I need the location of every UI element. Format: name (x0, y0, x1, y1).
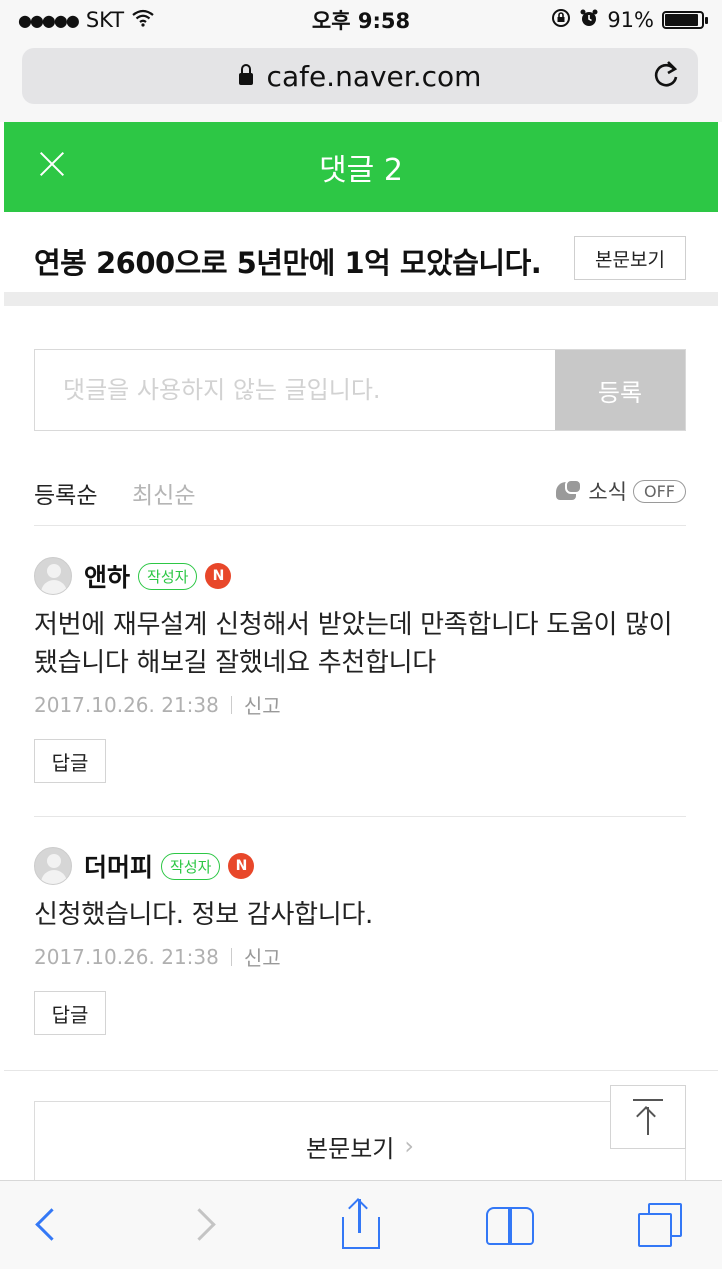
chevron-right-icon: › (404, 1132, 414, 1160)
report-link[interactable]: 신고 (244, 690, 281, 719)
top-arrow-head (636, 1106, 656, 1126)
bottom-view-body-label: 본문보기 (306, 1134, 395, 1163)
comments-header: 댓글 2 (4, 122, 718, 212)
comment-head: 더머피 작성자 N (34, 846, 686, 886)
comment-nickname[interactable]: 앤하 (84, 558, 130, 594)
view-body-button[interactable]: 본문보기 (574, 236, 686, 280)
rotation-lock-icon (551, 8, 571, 33)
sort-option-registered[interactable]: 등록순 (34, 476, 97, 510)
meta-divider (230, 695, 232, 714)
reload-icon[interactable] (652, 60, 680, 98)
comment-date: 2017.10.26. 21:38 (34, 944, 219, 969)
comment-date: 2017.10.26. 21:38 (34, 692, 219, 717)
comment-head: 앤하 작성자 N (34, 556, 686, 596)
top-arrow-icon (633, 1099, 663, 1135)
status-bar: ●●●●● SKT 오후 9:58 91% (0, 0, 722, 40)
share-icon[interactable] (334, 1198, 386, 1251)
scroll-top-button[interactable] (610, 1085, 686, 1149)
forward-icon[interactable] (178, 1199, 230, 1251)
comment-divider (34, 816, 686, 817)
browser-toolbar (0, 1180, 722, 1269)
reply-button[interactable]: 답글 (34, 739, 106, 783)
post-title: 연봉 2600으로 5년만에 1억 모았습니다. (34, 246, 542, 280)
meta-divider (230, 947, 232, 966)
signal-strength-icon: ●●●●● (18, 10, 80, 30)
battery-fill (665, 14, 698, 26)
carrier-label: SKT (85, 8, 125, 32)
notification-label: 소식 (588, 480, 627, 504)
author-badge: 작성자 (138, 562, 198, 590)
alarm-icon (579, 8, 599, 33)
share-arrow-head (348, 1198, 368, 1218)
url-text: cafe.naver.com (266, 59, 482, 93)
report-link[interactable]: 신고 (244, 942, 281, 971)
battery-icon (662, 11, 708, 29)
comment-item: 앤하 작성자 N 저번에 재무설계 신청해서 받았는데 만족합니다 도움이 많이… (34, 556, 686, 783)
comment-text: 저번에 재무설계 신청해서 받았는데 만족합니다 도움이 많이 됐습니다 해보길… (34, 610, 673, 678)
post-title-row: 연봉 2600으로 5년만에 1억 모았습니다. 본문보기 (4, 212, 718, 306)
back-icon[interactable] (22, 1199, 74, 1251)
header-title: 댓글 2 (319, 153, 403, 188)
battery-percent: 91% (607, 8, 654, 32)
comment-form: 등록 (34, 349, 686, 431)
comment-nickname[interactable]: 더머피 (84, 848, 153, 884)
close-icon[interactable] (32, 144, 72, 184)
browser-address-area: cafe.naver.com (0, 40, 722, 122)
comment-input[interactable] (35, 350, 555, 430)
bookmarks-icon[interactable] (484, 1199, 536, 1251)
author-badge: 작성자 (161, 852, 221, 880)
bottom-view-body-button[interactable]: 본문보기 › (34, 1101, 686, 1191)
notification-toggle[interactable]: 소식 OFF (556, 476, 686, 506)
address-bar[interactable]: cafe.naver.com (22, 48, 698, 104)
comment-meta: 2017.10.26. 21:38 신고 (34, 690, 686, 719)
sort-row: 등록순 최신순 소식 OFF (34, 472, 686, 526)
notification-switch[interactable]: OFF (633, 479, 686, 503)
sort-option-latest[interactable]: 최신순 (132, 476, 195, 510)
submit-button[interactable]: 등록 (555, 350, 685, 430)
reply-button[interactable]: 답글 (34, 991, 106, 1035)
chat-bubble-icon (556, 479, 583, 503)
status-left: ●●●●● SKT (18, 8, 154, 32)
comment-meta: 2017.10.26. 21:38 신고 (34, 942, 686, 971)
status-right: 91% (551, 8, 708, 33)
tabs-icon[interactable] (634, 1199, 686, 1251)
avatar[interactable] (34, 847, 72, 885)
avatar[interactable] (34, 557, 72, 595)
lock-icon (238, 64, 253, 85)
new-badge: N (228, 853, 255, 879)
comment-item: 더머피 작성자 N 신청했습니다. 정보 감사합니다. 2017.10.26. … (34, 846, 686, 1035)
wifi-icon (132, 8, 154, 32)
comment-text: 신청했습니다. 정보 감사합니다. (34, 900, 373, 930)
new-badge: N (205, 563, 232, 589)
